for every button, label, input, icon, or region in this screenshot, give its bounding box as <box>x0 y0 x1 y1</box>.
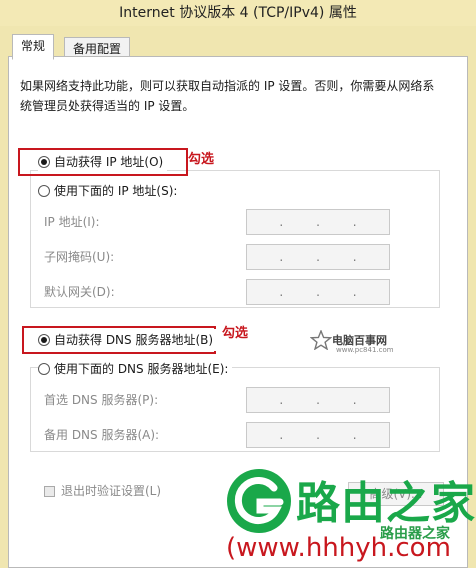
default-gateway-label: 默认网关(D): <box>44 285 115 299</box>
star-icon <box>310 330 332 350</box>
annotation-pick-ip: 勾选 <box>188 152 215 167</box>
ip-manual-radio[interactable]: 使用下面的 IP 地址(S): <box>38 180 182 202</box>
validate-on-exit-checkbox[interactable]: 退出时验证设置(L) <box>44 482 161 500</box>
brand-logo-icon <box>227 469 291 533</box>
tab-strip: 常规 备用配置 <box>8 26 468 60</box>
dns-manual-radio[interactable]: 使用下面的 DNS 服务器地址(E): <box>38 358 233 380</box>
preferred-dns-label: 首选 DNS 服务器(P): <box>44 393 159 407</box>
default-gateway-input[interactable]: ... <box>246 279 390 305</box>
radio-unselected-icon <box>38 363 50 375</box>
dns-auto-radio[interactable]: 自动获得 DNS 服务器地址(B) <box>38 329 218 351</box>
tab-general[interactable]: 常规 <box>12 34 55 60</box>
ip-manual-label: 使用下面的 IP 地址(S): <box>54 184 178 198</box>
radio-selected-icon <box>38 334 50 346</box>
dns-manual-label: 使用下面的 DNS 服务器地址(E): <box>54 362 229 376</box>
radio-unselected-icon <box>38 185 50 197</box>
window-title: Internet 协议版本 4 (TCP/IPv4) 属性 <box>0 0 476 26</box>
annotation-pick-dns: 勾选 <box>222 326 249 341</box>
subnet-mask-input[interactable]: ... <box>246 244 390 270</box>
alternate-dns-input[interactable]: ... <box>246 422 390 448</box>
dns-auto-label: 自动获得 DNS 服务器地址(B) <box>54 333 214 347</box>
ip-auto-label: 自动获得 IP 地址(O) <box>54 155 164 169</box>
validate-on-exit-label: 退出时验证设置(L) <box>61 484 162 498</box>
brand-watermark: 路由之家 <box>296 478 476 529</box>
description-text: 如果网络支持此功能，则可以获取自动指派的 IP 设置。否则，你需要从网络系统管理… <box>20 79 435 113</box>
preferred-dns-input[interactable]: ... <box>246 387 390 413</box>
ip-address-input[interactable]: ... <box>246 209 390 235</box>
subnet-mask-label: 子网掩码(U): <box>44 250 115 264</box>
ip-address-label: IP 地址(I): <box>44 215 100 229</box>
brand-watermark-small: 路由器之家 <box>380 526 450 542</box>
ip-auto-radio[interactable]: 自动获得 IP 地址(O) <box>38 151 168 173</box>
alternate-dns-label: 备用 DNS 服务器(A): <box>44 428 160 442</box>
checkbox-icon <box>44 485 55 497</box>
radio-selected-icon <box>38 156 50 168</box>
site-watermark-url: www.pc841.com <box>336 346 394 354</box>
